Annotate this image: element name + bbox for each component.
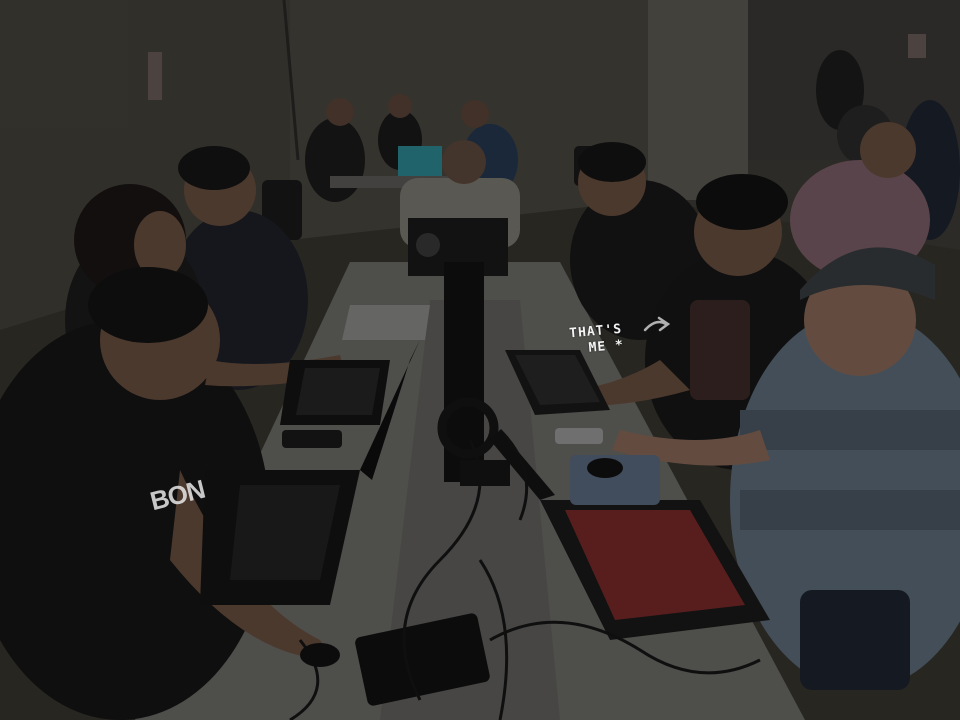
annotation-text: THAT'S ME *	[569, 322, 625, 359]
dim-overlay	[0, 0, 960, 720]
photo-illustration	[0, 0, 960, 720]
photo-scene: BON THAT'S ME *	[0, 0, 960, 720]
